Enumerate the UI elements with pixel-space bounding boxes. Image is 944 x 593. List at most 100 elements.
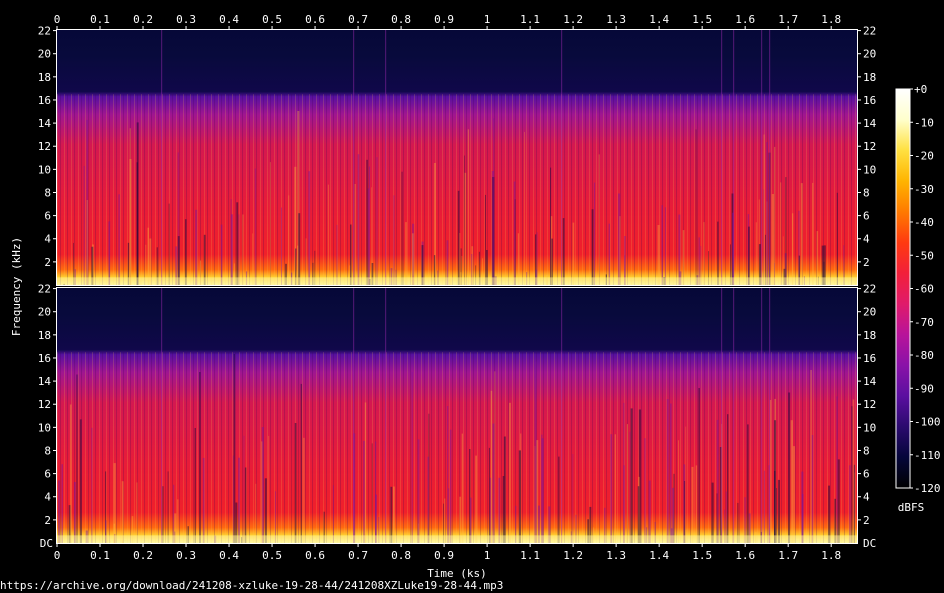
spectral-streak <box>664 207 666 285</box>
spectral-streak <box>369 166 370 285</box>
spectral-streak <box>238 457 240 543</box>
spectral-streak <box>816 231 819 285</box>
spectrogram-figure: 2 24 46 68 810 1012 1214 1416 1618 1820 2022 222 24 4… <box>10 13 941 580</box>
x-tick-label: 1.6 <box>735 549 755 562</box>
spectral-streak <box>763 470 765 543</box>
spectral-streak <box>376 157 378 285</box>
spectral-streak <box>363 440 365 543</box>
spectral-streak <box>626 424 628 543</box>
colorbar-tick-label: -80 <box>914 349 934 362</box>
y-tick-label: 16 <box>38 352 51 365</box>
spectral-streak <box>121 481 124 543</box>
x-tick-label: 1.7 <box>778 549 798 562</box>
y-tick-label: 10 <box>863 163 876 176</box>
x-tick-label: 1.4 <box>649 549 669 562</box>
x-tick-label: 0.1 <box>90 13 110 26</box>
y-tick-label: 4 <box>44 491 51 504</box>
y-tick-label: 6 <box>44 468 51 481</box>
spectral-streak <box>461 433 463 543</box>
spectral-streak <box>298 213 301 285</box>
y-tick-label: 10 <box>38 163 51 176</box>
spectral-streak <box>264 478 267 543</box>
y-tick-label: 16 <box>863 94 876 107</box>
spectral-streak <box>811 435 814 543</box>
spectral-streak <box>598 154 600 285</box>
x-tick-label: 0.6 <box>305 13 325 26</box>
source-url[interactable]: https://archive.org/download/241208-xzlu… <box>0 579 503 592</box>
spectral-streak <box>541 438 544 543</box>
spectral-streak <box>255 483 257 543</box>
y-tick-label: 22 <box>863 283 876 296</box>
spectral-streak <box>493 118 495 286</box>
x-tick-label: 0.7 <box>348 13 368 26</box>
spectral-streak <box>385 288 387 543</box>
spectral-streak <box>275 491 276 543</box>
y-tick-label: 4 <box>44 233 51 246</box>
spectral-streak <box>721 288 723 543</box>
spectral-streak <box>459 233 461 285</box>
spectral-streak <box>129 128 131 285</box>
spectral-streak <box>332 485 334 543</box>
x-tick-label: 0.2 <box>133 13 153 26</box>
spectral-streak <box>509 402 511 543</box>
spectral-streak <box>69 404 72 543</box>
y-tick-label: 2 <box>44 256 51 269</box>
spectral-streak <box>769 30 771 285</box>
spectral-streak <box>162 486 164 543</box>
x-tick-label: 1.5 <box>692 13 712 26</box>
y-tick-label: 18 <box>863 329 876 342</box>
spectral-streak <box>763 134 765 285</box>
y-tick-label: 22 <box>38 25 51 38</box>
colorbar-label: dBFS <box>898 501 925 514</box>
spectral-streak <box>303 437 305 543</box>
spectral-streak <box>393 195 395 285</box>
x-tick-label: 0 <box>54 549 61 562</box>
x-tick-label: 1.4 <box>649 13 669 26</box>
spectral-streak <box>648 480 651 543</box>
x-tick-label: 1.7 <box>778 13 798 26</box>
colorbar-tick-label: -40 <box>914 216 934 229</box>
spectral-streak <box>812 182 814 285</box>
spectral-streak <box>405 222 407 285</box>
spectral-streak <box>427 456 429 543</box>
x-tick-label: 0 <box>54 13 61 26</box>
y-tick-label: 8 <box>44 186 51 199</box>
spectral-streak <box>475 455 477 543</box>
spectral-streak <box>173 484 175 543</box>
spectral-streak <box>790 420 793 543</box>
y-tick-label: 8 <box>44 444 51 457</box>
spectral-streak <box>490 390 493 543</box>
spectral-streak <box>354 184 356 285</box>
spectral-streak <box>777 479 780 543</box>
spectral-streak <box>457 190 460 285</box>
y-tick-label: 22 <box>863 25 876 38</box>
y-tick-label: 12 <box>863 398 876 411</box>
x-tick-label: 0.4 <box>219 549 239 562</box>
y-tick-label: 18 <box>38 329 51 342</box>
x-tick-label: 1.6 <box>735 13 755 26</box>
spectral-streak <box>350 224 352 285</box>
spectral-streak <box>202 457 205 543</box>
spectral-streak <box>449 429 452 543</box>
spectral-streak <box>136 482 138 543</box>
spectral-streak <box>791 213 794 285</box>
spectral-streak <box>761 288 763 543</box>
x-tick-label: 1 <box>484 13 491 26</box>
spectral-streak <box>666 399 669 543</box>
channel-1-spectrogram <box>57 30 857 286</box>
colorbar-tick-label: -110 <box>914 449 941 462</box>
y-tick-label: 18 <box>863 71 876 84</box>
y-tick-label: 12 <box>38 140 51 153</box>
y-tick-label: 6 <box>863 210 870 223</box>
x-tick-label: 1.1 <box>520 549 540 562</box>
spectral-streak <box>800 183 803 285</box>
spectral-streak <box>717 221 719 285</box>
y-tick-label: 14 <box>863 117 877 130</box>
x-tick-label: 1.1 <box>520 13 540 26</box>
spectral-streak <box>733 30 735 285</box>
spectral-streak <box>558 456 560 543</box>
spectral-streak <box>353 288 355 543</box>
x-tick-label: 0.8 <box>391 13 411 26</box>
low-frequency-band <box>57 277 857 285</box>
spectral-streak <box>849 465 851 543</box>
